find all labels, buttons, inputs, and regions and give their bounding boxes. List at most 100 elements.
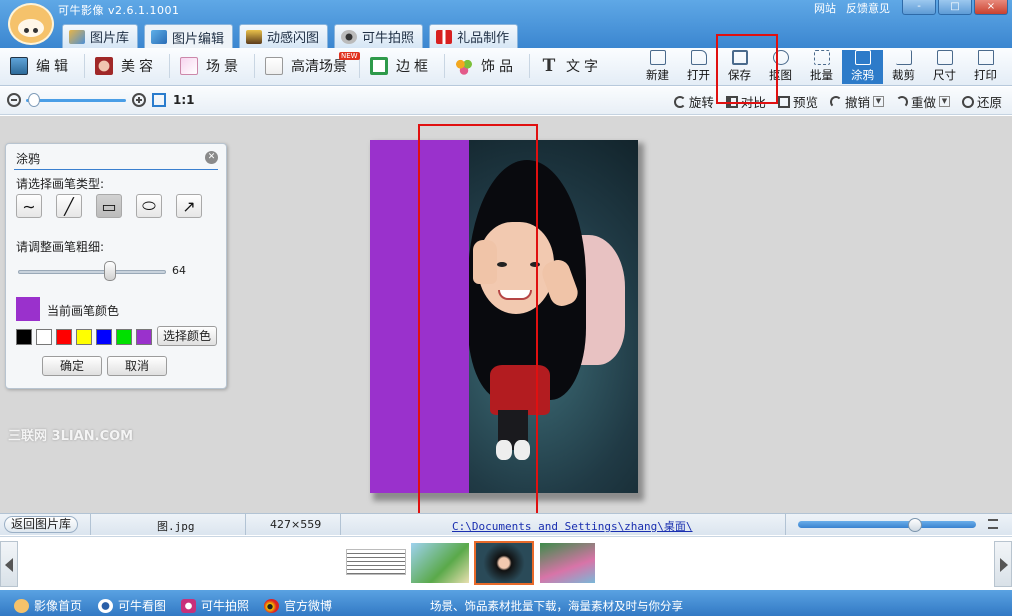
redo-icon	[895, 95, 908, 108]
action-buttons: 新建 打开 保存 抠图 批量 涂鸦 裁剪 尺寸 打印	[637, 50, 1006, 84]
arrow-brush-icon[interactable]: ↗	[176, 194, 202, 218]
weibo-icon	[264, 598, 279, 613]
batch-icon	[813, 50, 830, 65]
preview-label: 预览	[792, 95, 818, 110]
freehand-brush-icon[interactable]: ∼	[16, 194, 42, 218]
accessory-icon	[455, 57, 473, 75]
line-brush-icon[interactable]: ╱	[56, 194, 82, 218]
tool-hd-scene[interactable]: 高清场景 NEW	[265, 52, 360, 76]
rectangle-brush-icon[interactable]: ▭	[96, 194, 122, 218]
home-cow-icon	[14, 598, 29, 613]
tool-beauty[interactable]: 美容	[95, 56, 169, 76]
zoom-in-icon[interactable]	[132, 93, 146, 107]
tab-label: 礼品制作	[457, 31, 510, 46]
resize-icon	[936, 50, 953, 65]
rotate-label: 旋转	[688, 95, 714, 110]
crop-button[interactable]: 裁剪	[883, 50, 924, 84]
actual-size-button[interactable]: 1:1	[173, 93, 195, 107]
print-button[interactable]: 打印	[965, 50, 1006, 84]
current-color-swatch	[16, 297, 40, 321]
thickness-slider-thumb[interactable]	[104, 261, 116, 281]
camera-link[interactable]: 可牛拍照	[181, 597, 249, 614]
button-label: 裁剪	[892, 68, 915, 82]
batch-button[interactable]: 批量	[801, 50, 842, 84]
thumbnail[interactable]	[540, 543, 595, 583]
tool-label: 美容	[121, 59, 157, 75]
color-swatch-purple[interactable]	[136, 329, 152, 345]
fit-window-icon[interactable]	[152, 93, 166, 107]
redo-button[interactable]: 重做 ▼	[895, 92, 950, 111]
tool-accessory[interactable]: 饰品	[455, 56, 529, 76]
back-to-library-button[interactable]: 返回图片库	[4, 516, 79, 533]
color-swatch-green[interactable]	[116, 329, 132, 345]
thumbnail-size-thumb[interactable]	[908, 518, 922, 532]
tab-label: 图片库	[90, 31, 130, 46]
viewer-link[interactable]: 可牛看图	[98, 597, 166, 614]
undo-icon	[829, 95, 842, 108]
undo-button[interactable]: 撤销 ▼	[829, 92, 884, 111]
doodle-button[interactable]: 涂鸦	[842, 50, 883, 84]
undo-label: 撤销	[844, 95, 870, 110]
photo-library-icon	[69, 29, 85, 44]
zoom-out-icon[interactable]	[7, 93, 21, 107]
color-swatch-yellow[interactable]	[76, 329, 92, 345]
confirm-button[interactable]: 确定	[42, 356, 102, 376]
home-link[interactable]: 影像首页	[14, 597, 82, 614]
rotate-button[interactable]: 旋转	[673, 92, 714, 111]
cancel-button[interactable]: 取消	[107, 356, 167, 376]
tool-text[interactable]: T 文字	[540, 56, 614, 76]
feedback-link[interactable]: 反馈意见	[846, 0, 890, 16]
divider	[169, 54, 170, 78]
close-button[interactable]: ×	[974, 0, 1008, 15]
color-swatch-blue[interactable]	[96, 329, 112, 345]
resize-button[interactable]: 尺寸	[924, 50, 965, 84]
thumbnail[interactable]	[411, 543, 469, 583]
tab-camera[interactable]: 可牛拍照	[334, 24, 424, 48]
scroll-right-icon[interactable]	[994, 541, 1012, 587]
divider	[254, 54, 255, 78]
thumbnail-selected[interactable]	[474, 541, 534, 585]
tool-edit[interactable]: 编辑	[10, 56, 84, 76]
new-button[interactable]: 新建	[637, 50, 678, 84]
scroll-left-icon[interactable]	[0, 541, 18, 587]
main-tabs: 图片库 图片编辑 动感闪图 可牛拍照 礼品制作	[62, 24, 519, 49]
color-swatch-black[interactable]	[16, 329, 32, 345]
restore-button[interactable]: 还原	[961, 92, 1002, 111]
menu-icon[interactable]	[988, 519, 998, 529]
text-icon: T	[542, 56, 556, 76]
print-icon	[977, 50, 994, 65]
panel-close-icon[interactable]: ✕	[205, 151, 218, 164]
thumbnail[interactable]	[346, 549, 406, 575]
title-links: 网站 反馈意见	[814, 0, 890, 16]
file-path-link[interactable]: C:\Documents and Settings\zhang\桌面\	[452, 518, 693, 534]
window-controls: - □ ×	[902, 0, 1008, 15]
maximize-button[interactable]: □	[938, 0, 972, 15]
color-swatch-red[interactable]	[56, 329, 72, 345]
minimize-button[interactable]: -	[902, 0, 936, 15]
zoom-slider-thumb[interactable]	[28, 93, 40, 107]
tab-flash-animation[interactable]: 动感闪图	[239, 24, 329, 48]
website-link[interactable]: 网站	[814, 0, 836, 16]
weibo-link[interactable]: 官方微博	[264, 597, 332, 614]
tab-photo-library[interactable]: 图片库	[62, 24, 139, 48]
tool-scene[interactable]: 场景	[180, 56, 254, 76]
doodle-panel: 涂鸦 ✕ 请选择画笔类型: ∼ ╱ ▭ ⬭ ↗ 请调整画笔粗细: 64 当前画笔…	[5, 143, 227, 389]
color-swatch-white[interactable]	[36, 329, 52, 345]
tab-photo-edit[interactable]: 图片编辑	[144, 24, 234, 49]
flash-animation-icon	[246, 29, 263, 44]
preview-icon	[777, 95, 790, 108]
promo-slogan-link[interactable]: 场景、饰品素材批量下载，海量素材及时与你分享	[430, 598, 683, 614]
thumbnail-size-slider[interactable]	[798, 521, 976, 528]
ellipse-brush-icon[interactable]: ⬭	[136, 194, 162, 218]
zoom-slider[interactable]	[26, 99, 126, 102]
preview-button[interactable]: 预览	[777, 92, 818, 111]
undo-dropdown-icon[interactable]: ▼	[872, 96, 884, 107]
highlight-box-save	[716, 34, 778, 104]
open-button[interactable]: 打开	[678, 50, 719, 84]
tab-gift[interactable]: 礼品制作	[429, 24, 519, 48]
pick-color-button[interactable]: 选择颜色	[157, 326, 217, 346]
bottom-label: 官方微博	[284, 599, 333, 613]
thickness-slider[interactable]	[18, 270, 166, 274]
tool-frame[interactable]: 边框	[370, 56, 444, 76]
redo-dropdown-icon[interactable]: ▼	[938, 96, 950, 107]
